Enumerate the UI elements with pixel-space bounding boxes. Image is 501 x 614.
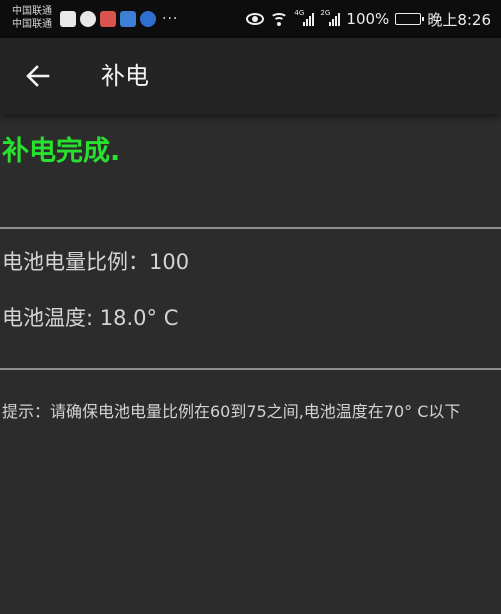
status-bar: 中国联通 中国联通 ··· 4G 2G 100% 晚上8:26 bbox=[0, 0, 501, 38]
app-notification-icon bbox=[100, 11, 116, 27]
battery-percent: 100% bbox=[346, 10, 390, 28]
battery-temperature-row: 电池温度: 18.0° C bbox=[2, 303, 178, 333]
chat-bubble-icon bbox=[80, 11, 96, 27]
eye-comfort-icon bbox=[246, 13, 265, 25]
app-toolbar: 补电 bbox=[0, 38, 501, 114]
blue-app-icon bbox=[140, 11, 156, 27]
page-title: 补电 bbox=[101, 62, 149, 90]
battery-icon bbox=[395, 13, 425, 25]
battery-temperature-value: 18.0° C bbox=[99, 306, 179, 330]
notification-icons: ··· bbox=[60, 11, 178, 27]
wifi-icon bbox=[270, 12, 289, 26]
hint-text: 提示：请确保电池电量比例在60到75之间,电池温度在70° C以下 bbox=[2, 402, 461, 421]
system-status: 4G 2G 100% 晚上8:26 bbox=[246, 9, 491, 29]
carrier-name-2: 中国联通 bbox=[12, 19, 52, 30]
signal-icon-sim2: 2G bbox=[320, 9, 341, 26]
clock: 晚上8:26 bbox=[427, 10, 491, 29]
more-notifications-icon: ··· bbox=[162, 11, 179, 27]
battery-level-label: 电池电量比例： bbox=[2, 250, 149, 274]
battery-temperature-label: 电池温度: bbox=[2, 306, 94, 330]
carrier-name-1: 中国联通 bbox=[12, 6, 52, 17]
activity-icon bbox=[60, 11, 76, 27]
divider bbox=[0, 368, 501, 370]
shield-app-icon bbox=[120, 11, 136, 27]
battery-level-value: 100 bbox=[149, 250, 190, 274]
charge-complete-message: 补电完成. bbox=[2, 136, 121, 167]
carrier-names: 中国联通 中国联通 bbox=[12, 5, 52, 31]
battery-level-row: 电池电量比例：100 bbox=[2, 247, 189, 277]
back-arrow-icon[interactable] bbox=[24, 62, 52, 90]
signal-icon-sim1: 4G bbox=[294, 9, 315, 26]
divider bbox=[0, 227, 501, 229]
